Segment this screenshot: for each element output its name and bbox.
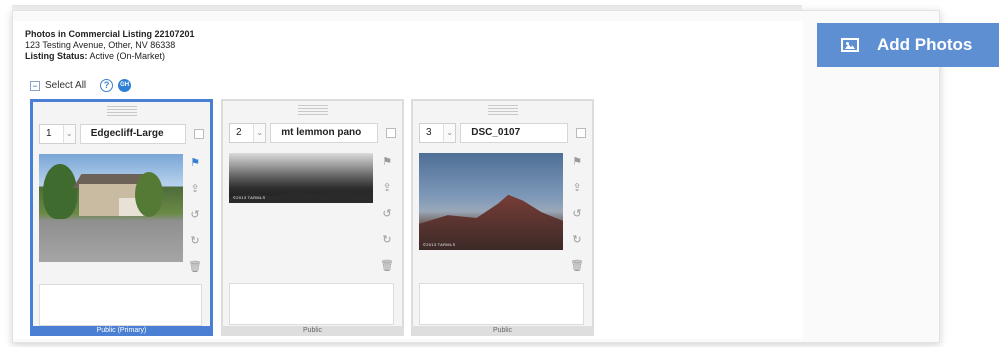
photo-select-checkbox[interactable] xyxy=(194,129,204,139)
photo-caption-input[interactable] xyxy=(229,283,394,325)
photo-name-input[interactable]: Edgecliff-Large xyxy=(79,124,187,144)
page-title: Photos in Commercial Listing 22107201 xyxy=(25,29,195,39)
photo-card-header: 1 ⌄ Edgecliff-Large xyxy=(39,124,204,144)
image-icon xyxy=(841,38,859,52)
drag-handle[interactable] xyxy=(106,106,137,116)
visibility-label[interactable]: Public xyxy=(411,326,594,336)
photo-select-checkbox[interactable] xyxy=(386,128,396,138)
chevron-down-icon: ⌄ xyxy=(253,124,266,142)
select-all-checkbox[interactable]: − xyxy=(30,80,40,91)
status-label: Listing Status: xyxy=(25,51,88,61)
order-select[interactable]: 1 ⌄ xyxy=(39,124,76,144)
order-value: 2 xyxy=(236,127,242,138)
trash-icon[interactable]: 🗑 xyxy=(380,259,394,285)
photo-caption-input[interactable] xyxy=(39,284,202,326)
upload-icon[interactable]: ⇪ xyxy=(572,181,581,207)
photo-thumbnail[interactable]: ©2013 TARMLS xyxy=(419,153,563,250)
gh-icon[interactable]: GH xyxy=(118,79,132,92)
photo-card[interactable]: 1 ⌄ Edgecliff-Large ⚑ ⇪ ↺ ↻ 🗑 Public (Pr… xyxy=(30,99,213,336)
photo-name-input[interactable]: DSC_0107 xyxy=(460,123,569,143)
rotate-right-icon[interactable]: ↻ xyxy=(190,234,199,260)
listing-header: Photos in Commercial Listing 22107201 12… xyxy=(25,29,195,62)
order-select[interactable]: 3 ⌄ xyxy=(419,123,457,143)
photo-tree xyxy=(135,172,163,217)
visibility-label[interactable]: Public (Primary) xyxy=(30,326,213,336)
order-value: 1 xyxy=(46,128,52,139)
drag-handle[interactable] xyxy=(297,105,328,115)
listing-address: 123 Testing Avenue, Other, NV 86338 xyxy=(25,40,176,50)
photo-watermark: ©2013 TARMLS xyxy=(233,195,266,200)
rotate-right-icon[interactable]: ↻ xyxy=(382,233,391,259)
photo-select-checkbox[interactable] xyxy=(576,128,586,138)
flag-icon[interactable]: ⚑ xyxy=(190,156,200,182)
chevron-down-icon: ⌄ xyxy=(62,125,75,143)
photo-card-header: 3 ⌄ DSC_0107 xyxy=(419,123,586,143)
photo-tools: ⚑ ⇪ ↺ ↻ 🗑 xyxy=(380,155,394,285)
trash-icon[interactable]: 🗑 xyxy=(570,259,584,285)
rotate-left-icon[interactable]: ↺ xyxy=(572,207,581,233)
photo-name-input[interactable]: mt lemmon pano xyxy=(270,123,379,143)
photo-card[interactable]: 2 ⌄ mt lemmon pano ©2013 TARMLS ⚑ ⇪ ↺ ↻ … xyxy=(221,99,404,336)
select-all-row: − Select All ? GH xyxy=(30,79,132,92)
photo-card[interactable]: 3 ⌄ DSC_0107 ©2013 TARMLS ⚑ ⇪ ↺ ↻ 🗑 Publ… xyxy=(411,99,594,336)
photo-tools: ⚑ ⇪ ↺ ↻ 🗑 xyxy=(188,156,202,286)
order-value: 3 xyxy=(426,127,432,138)
add-photos-label: Add Photos xyxy=(877,35,973,54)
photo-card-header: 2 ⌄ mt lemmon pano xyxy=(229,123,396,143)
order-select[interactable]: 2 ⌄ xyxy=(229,123,267,143)
photo-watermark: ©2013 TARMLS xyxy=(423,242,456,247)
visibility-label[interactable]: Public xyxy=(221,326,404,336)
photo-tools: ⚑ ⇪ ↺ ↻ 🗑 xyxy=(570,155,584,285)
photo-caption-input[interactable] xyxy=(419,283,584,325)
rotate-left-icon[interactable]: ↺ xyxy=(382,207,391,233)
rotate-right-icon[interactable]: ↻ xyxy=(572,233,581,259)
status-value: Active (On-Market) xyxy=(89,51,166,61)
chevron-down-icon: ⌄ xyxy=(443,124,456,142)
photo-thumbnail[interactable]: ©2013 TARMLS xyxy=(229,153,373,203)
upload-icon[interactable]: ⇪ xyxy=(382,181,391,207)
photo-tree xyxy=(43,164,77,219)
flag-icon[interactable]: ⚑ xyxy=(382,155,392,181)
rotate-left-icon[interactable]: ↺ xyxy=(190,208,199,234)
add-photos-button[interactable]: Add Photos xyxy=(817,23,999,67)
upload-icon[interactable]: ⇪ xyxy=(190,182,199,208)
photo-thumbnail[interactable] xyxy=(39,154,183,262)
drag-handle[interactable] xyxy=(487,105,518,115)
trash-icon[interactable]: 🗑 xyxy=(188,260,202,286)
listing-status: Listing Status: Active (On-Market) xyxy=(25,51,195,62)
help-icon[interactable]: ? xyxy=(100,79,114,92)
select-all-label[interactable]: Select All xyxy=(45,80,86,91)
flag-icon[interactable]: ⚑ xyxy=(572,155,582,181)
